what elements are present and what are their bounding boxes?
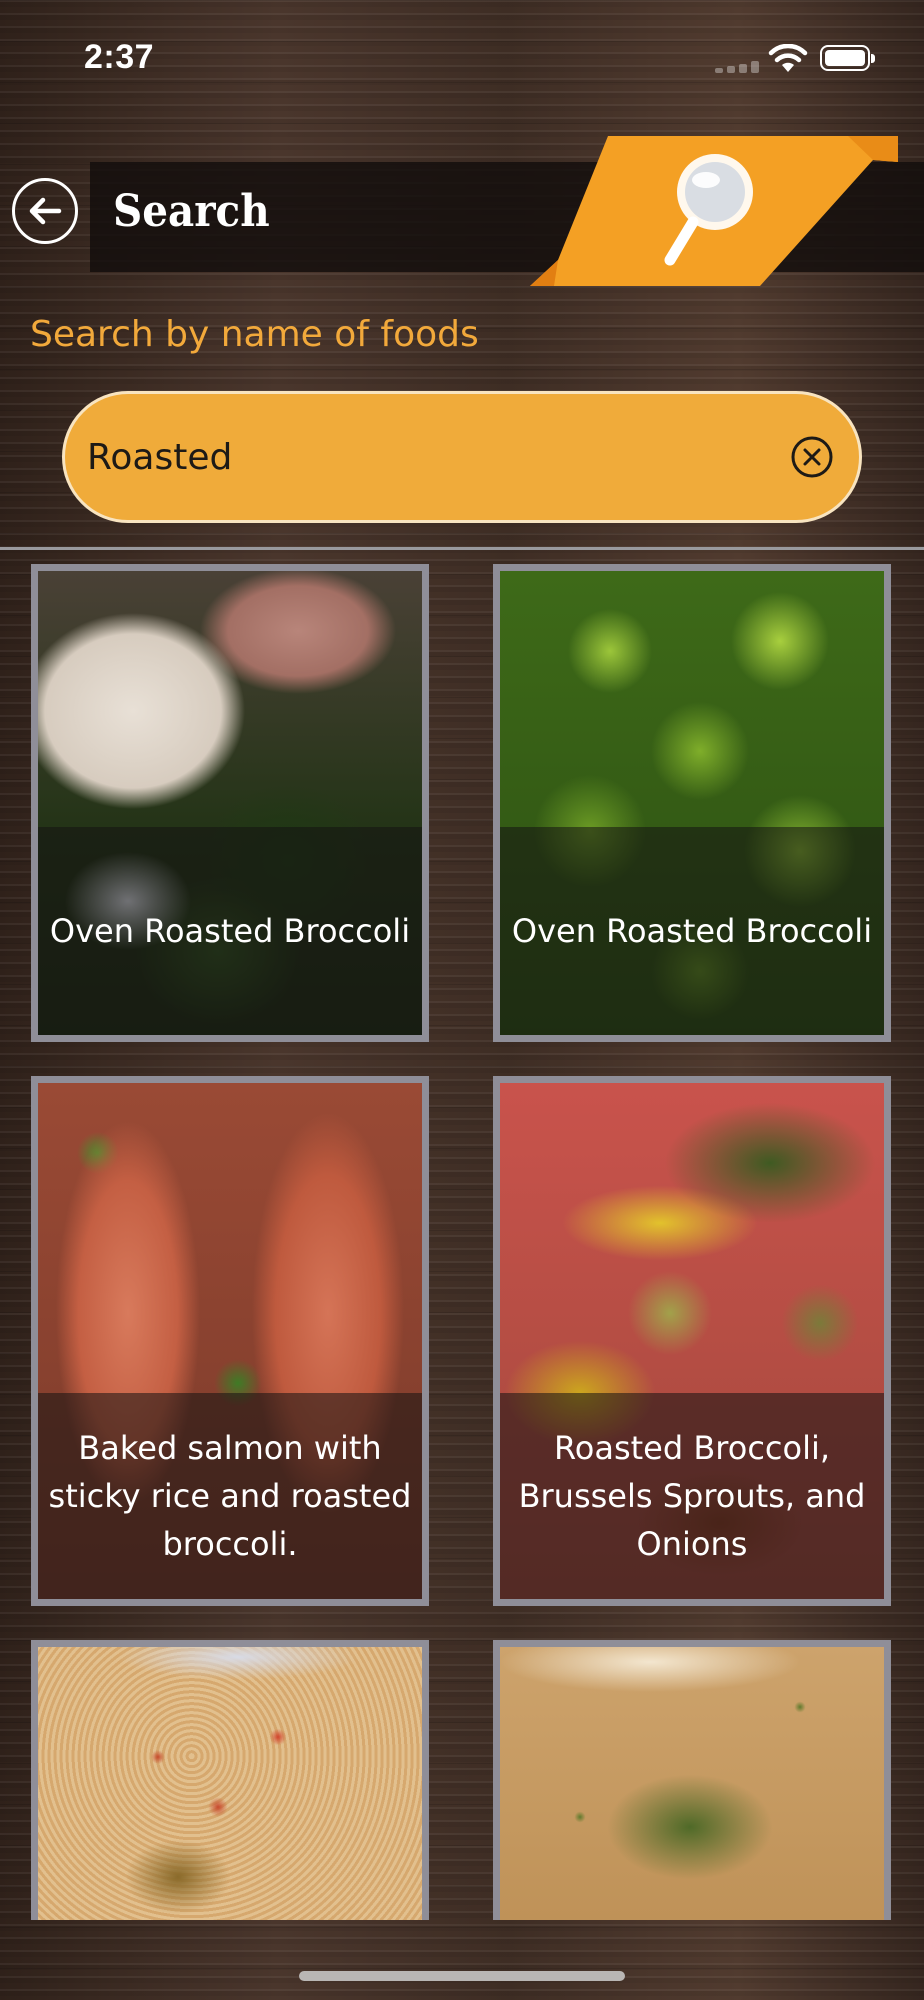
home-indicator[interactable] bbox=[299, 1971, 625, 1981]
recipe-card[interactable]: Roasted Broccoli, Brussels Sprouts, and … bbox=[493, 1076, 891, 1606]
recipe-title: Baked salmon with sticky rice and roaste… bbox=[48, 1429, 412, 1563]
page-title: Search bbox=[113, 186, 270, 237]
recipe-card[interactable] bbox=[31, 1640, 429, 1920]
search-badge[interactable] bbox=[528, 134, 898, 286]
search-field bbox=[62, 391, 862, 523]
recipe-card[interactable]: Baked salmon with sticky rice and roaste… bbox=[31, 1076, 429, 1606]
recipe-card[interactable] bbox=[493, 1640, 891, 1920]
back-button[interactable] bbox=[12, 178, 78, 244]
wifi-icon bbox=[768, 44, 808, 72]
recipe-title: Roasted Broccoli, Brussels Sprouts, and … bbox=[518, 1429, 866, 1563]
search-label: Search by name of foods bbox=[30, 314, 479, 355]
back-arrow-icon bbox=[29, 197, 62, 225]
search-input[interactable] bbox=[87, 422, 727, 492]
recipe-title: Oven Roasted Broccoli bbox=[49, 912, 411, 950]
recipe-photo bbox=[38, 1647, 422, 1920]
status-time: 2:37 bbox=[84, 38, 155, 76]
recipe-card[interactable]: Oven Roasted Broccoli bbox=[493, 564, 891, 1042]
clear-circle-x-icon[interactable] bbox=[789, 434, 835, 480]
recipe-card[interactable]: Oven Roasted Broccoli bbox=[31, 564, 429, 1042]
recipe-title: Oven Roasted Broccoli bbox=[511, 912, 873, 950]
battery-icon bbox=[820, 45, 875, 71]
recipe-photo bbox=[500, 1647, 884, 1920]
divider bbox=[0, 547, 924, 550]
cellular-signal-icon bbox=[715, 61, 759, 73]
